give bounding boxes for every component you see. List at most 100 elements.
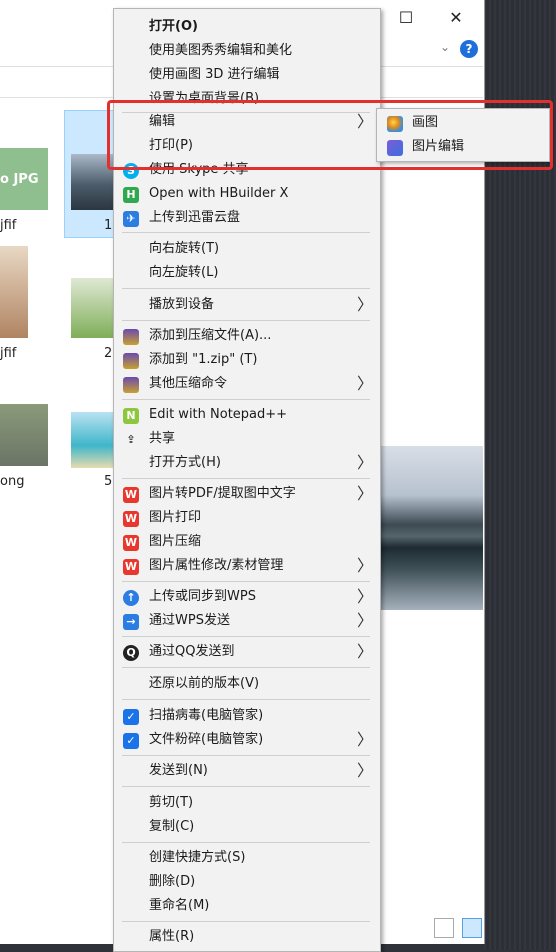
menu-label: 使用画图 3D 进行编辑: [149, 67, 280, 82]
file-name[interactable]: 1: [104, 218, 112, 233]
menu-separator: [122, 581, 370, 582]
winrar-icon: [123, 329, 139, 345]
ribbon-toggle-icon[interactable]: ⌄: [440, 40, 450, 54]
file-name[interactable]: 2: [104, 346, 112, 361]
menu-label: 图片压缩: [149, 534, 202, 549]
menu-separator: [122, 667, 370, 668]
menu-separator: [122, 699, 370, 700]
hbuilder-icon: H: [123, 187, 139, 203]
menu-label: 添加到 "1.zip" (T): [149, 352, 258, 367]
menu-label: 上传到迅雷云盘: [149, 210, 241, 225]
menu-item-thunder[interactable]: ✈ 上传到迅雷云盘: [114, 206, 380, 230]
menu-item-meitu[interactable]: 使用美图秀秀编辑和美化: [114, 39, 380, 63]
notepad-icon: N: [123, 408, 139, 424]
menu-item-cut[interactable]: 剪切(T): [114, 791, 380, 815]
menu-label: 文件粉碎(电脑管家): [149, 732, 264, 747]
submenu-arrow-icon: 〉: [357, 374, 374, 393]
large-icons-view-icon[interactable]: [462, 918, 483, 938]
menu-label: 使用美图秀秀编辑和美化: [149, 43, 293, 58]
menu-label: 通过WPS发送: [149, 613, 230, 628]
share-icon: ⇪: [126, 433, 136, 446]
submenu-arrow-icon: 〉: [357, 295, 374, 314]
menu-item-properties[interactable]: 属性(R): [114, 925, 380, 949]
details-view-icon[interactable]: [434, 918, 454, 938]
menu-item-other-compress[interactable]: 其他压缩命令 〉: [114, 372, 380, 396]
menu-label: 图片打印: [149, 510, 202, 525]
thunder-icon: ✈: [123, 211, 139, 227]
menu-label: Open with HBuilder X: [149, 186, 289, 201]
file-name[interactable]: ong: [0, 474, 24, 489]
menu-item-image-print[interactable]: W 图片打印: [114, 506, 380, 530]
wps-icon: W: [123, 487, 139, 503]
menu-separator: [122, 288, 370, 289]
menu-item-hbuilder[interactable]: H Open with HBuilder X: [114, 182, 380, 206]
menu-separator: [122, 755, 370, 756]
menu-label: 打开方式(H): [149, 455, 221, 470]
view-switcher: [430, 918, 483, 942]
menu-item-delete[interactable]: 删除(D): [114, 870, 380, 894]
file-thumbnail[interactable]: [71, 412, 115, 468]
menu-label: 属性(R): [149, 929, 195, 944]
menu-item-file-shred[interactable]: ✓ 文件粉碎(电脑管家) 〉: [114, 728, 380, 752]
file-thumbnail[interactable]: [0, 404, 48, 466]
winrar-icon: [123, 353, 139, 369]
submenu-arrow-icon: 〉: [357, 587, 374, 606]
menu-item-cast[interactable]: 播放到设备 〉: [114, 293, 380, 317]
menu-label: 图片属性修改/素材管理: [149, 558, 284, 573]
file-thumbnail[interactable]: [0, 246, 28, 338]
menu-label: 图片转PDF/提取图中文字: [149, 486, 296, 501]
submenu-arrow-icon: 〉: [357, 484, 374, 503]
menu-separator: [122, 842, 370, 843]
submenu-arrow-icon: 〉: [357, 642, 374, 661]
menu-item-rotate-right[interactable]: 向右旋转(T): [114, 237, 380, 261]
winrar-icon: [123, 377, 139, 393]
menu-item-add-archive[interactable]: 添加到压缩文件(A)...: [114, 324, 380, 348]
submenu-arrow-icon: 〉: [357, 730, 374, 749]
menu-label: 添加到压缩文件(A)...: [149, 328, 272, 343]
file-thumbnail[interactable]: [71, 278, 115, 338]
maximize-button[interactable]: ☐: [396, 8, 416, 28]
file-thumbnail[interactable]: o JPG: [0, 148, 48, 210]
menu-item-image-compress[interactable]: W 图片压缩: [114, 530, 380, 554]
menu-item-copy[interactable]: 复制(C): [114, 815, 380, 839]
menu-item-rename[interactable]: 重命名(M): [114, 894, 380, 918]
menu-label: 打开(O): [149, 19, 198, 34]
menu-item-image-properties[interactable]: W 图片属性修改/素材管理 〉: [114, 554, 380, 578]
menu-item-share[interactable]: ⇪ 共享: [114, 427, 380, 451]
menu-item-open[interactable]: 打开(O): [114, 15, 380, 39]
menu-item-wps-send[interactable]: → 通过WPS发送 〉: [114, 609, 380, 633]
menu-item-virus-scan[interactable]: ✓ 扫描病毒(电脑管家): [114, 704, 380, 728]
menu-item-open-with[interactable]: 打开方式(H) 〉: [114, 451, 380, 475]
shield-icon: ✓: [123, 733, 139, 749]
wps-icon: W: [123, 559, 139, 575]
menu-item-restore-versions[interactable]: 还原以前的版本(V): [114, 672, 380, 696]
menu-item-wps-upload[interactable]: ↑ 上传或同步到WPS 〉: [114, 585, 380, 609]
menu-label: 创建快捷方式(S): [149, 850, 246, 865]
submenu-arrow-icon: 〉: [357, 556, 374, 575]
menu-item-add-zip[interactable]: 添加到 "1.zip" (T): [114, 348, 380, 372]
menu-item-pdf-ocr[interactable]: W 图片转PDF/提取图中文字 〉: [114, 482, 380, 506]
menu-label: 剪切(T): [149, 795, 194, 810]
help-icon[interactable]: ?: [460, 40, 478, 58]
cloud-upload-icon: ↑: [123, 590, 139, 606]
wps-icon: W: [123, 511, 139, 527]
menu-item-rotate-left[interactable]: 向左旋转(L): [114, 261, 380, 285]
menu-label: 扫描病毒(电脑管家): [149, 708, 264, 723]
menu-separator: [122, 636, 370, 637]
menu-label: 删除(D): [149, 874, 196, 889]
menu-separator: [122, 786, 370, 787]
menu-item-send-to[interactable]: 发送到(N) 〉: [114, 759, 380, 783]
menu-label: 向左旋转(L): [149, 265, 219, 280]
menu-item-create-shortcut[interactable]: 创建快捷方式(S): [114, 846, 380, 870]
submenu-arrow-icon: 〉: [357, 611, 374, 630]
wps-icon: W: [123, 535, 139, 551]
highlight-annotation: [107, 100, 553, 170]
menu-label: 其他压缩命令: [149, 376, 228, 391]
menu-item-qq-send[interactable]: Q 通过QQ发送到 〉: [114, 640, 380, 664]
file-name[interactable]: jfif: [0, 346, 16, 361]
close-button[interactable]: ✕: [446, 8, 466, 28]
file-name[interactable]: jfif: [0, 218, 16, 233]
menu-item-paint3d[interactable]: 使用画图 3D 进行编辑: [114, 63, 380, 87]
menu-item-notepad[interactable]: N Edit with Notepad++: [114, 403, 380, 427]
file-name[interactable]: 5: [104, 474, 112, 489]
